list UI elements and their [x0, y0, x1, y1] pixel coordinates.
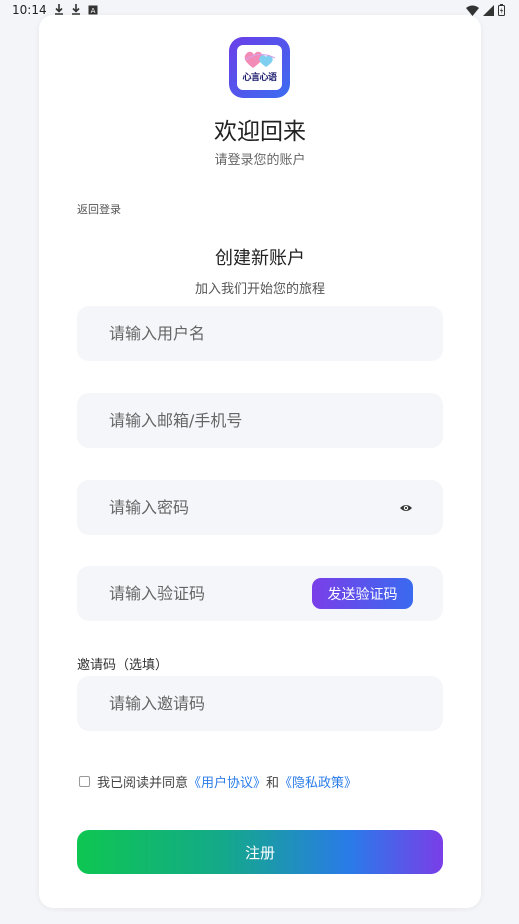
wifi-icon — [466, 5, 479, 16]
invite-code-field — [77, 676, 443, 731]
email-phone-input[interactable] — [77, 393, 443, 448]
agreement-checkbox[interactable] — [79, 776, 90, 787]
register-subtitle: 加入我们开始您的旅程 — [194, 282, 325, 297]
auth-card: 心言心语 欢迎回来 请登录您的账户 返回登录 创建新账户 加入我们开始您的旅程 … — [39, 15, 481, 908]
email-phone-field — [77, 393, 443, 448]
page-subtitle: 请登录您的账户 — [214, 153, 306, 168]
register-button[interactable]: 注册 — [77, 830, 443, 874]
privacy-policy-link[interactable]: 《隐私政策》 — [279, 772, 357, 791]
battery-icon — [498, 4, 505, 16]
verification-code-field: 发送验证码 — [77, 566, 443, 621]
page-title: 欢迎回来 — [214, 119, 306, 145]
password-field — [77, 480, 443, 535]
username-input[interactable] — [77, 306, 443, 361]
password-input[interactable] — [77, 480, 443, 535]
app-logo: 心言心语 — [229, 37, 290, 98]
username-field — [77, 306, 443, 361]
agreement-row: 我已阅读并同意 《用户协议》 和 《隐私政策》 — [79, 772, 357, 791]
user-agreement-link[interactable]: 《用户协议》 — [188, 772, 266, 791]
agreement-prefix: 我已阅读并同意 — [97, 776, 189, 791]
register-title: 创建新账户 — [215, 248, 305, 269]
navigation-bar — [0, 916, 519, 924]
send-code-button[interactable]: 发送验证码 — [312, 578, 413, 609]
logo-badge: 心言心语 — [237, 45, 282, 90]
logo-text: 心言心语 — [242, 73, 277, 83]
status-time: 10:14 — [12, 3, 47, 17]
back-to-login-link[interactable]: 返回登录 — [77, 201, 121, 217]
heart-icon — [244, 51, 276, 68]
svg-text:A: A — [91, 7, 96, 15]
eye-icon[interactable] — [399, 501, 413, 515]
invite-code-input[interactable] — [77, 676, 443, 731]
status-system-icons — [466, 4, 505, 16]
signal-icon — [483, 4, 494, 16]
agreement-and: 和 — [266, 776, 280, 791]
invite-code-label: 邀请码（选填） — [77, 658, 169, 673]
